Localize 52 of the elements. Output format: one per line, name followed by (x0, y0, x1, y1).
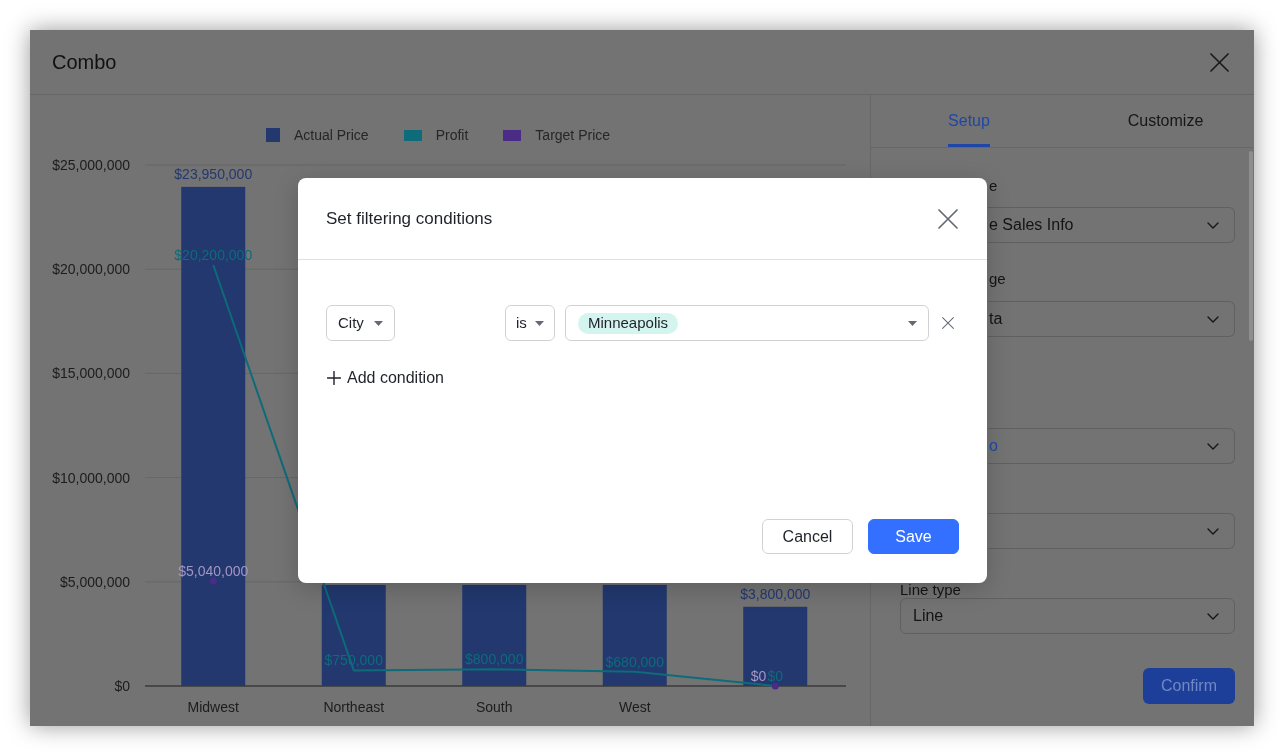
y-axis-label: $15,000,000 (52, 365, 130, 382)
y-axis-label: $5,000,000 (59, 573, 130, 590)
chart-point (771, 682, 779, 690)
close-icon (1210, 52, 1229, 72)
legend-label: Target Price (535, 125, 611, 145)
y-axis-label: $25,000,000 (52, 157, 130, 173)
caret-down-icon (373, 320, 383, 326)
remove-condition-button[interactable] (942, 317, 954, 329)
legend-label: Profit (435, 125, 469, 145)
close-button[interactable] (1210, 52, 1229, 72)
legend-label: Actual Price (293, 125, 369, 145)
operator-select[interactable]: is (505, 305, 555, 341)
y-axis-label: $0 (114, 678, 130, 694)
data-label: $23,950,000 (174, 165, 253, 182)
field-label: Line type (900, 582, 962, 597)
x-axis-label: Midwest (187, 699, 239, 715)
x-axis-label: West (618, 699, 651, 715)
data-label: $0 (750, 668, 767, 684)
plus-icon (327, 371, 341, 385)
chevron-down-icon (1207, 612, 1219, 620)
y-axis-label: $20,000,000 (52, 261, 130, 278)
field-select[interactable]: City (326, 305, 395, 341)
window-title: Combo (52, 50, 117, 75)
select-field[interactable]: Line (900, 598, 1235, 634)
chevron-down-icon (1207, 315, 1219, 323)
caret-down-icon (535, 320, 544, 326)
value-select[interactable]: Minneapolis (565, 305, 929, 341)
close-button[interactable] (938, 208, 958, 229)
select-field[interactable]: ta (988, 301, 1235, 337)
dialog-title: Set filtering conditions (326, 207, 493, 230)
scrollbar-thumb[interactable] (1249, 151, 1253, 341)
x-axis-label: South (475, 699, 513, 715)
field-label: ge (988, 271, 1007, 286)
remove-icon (942, 317, 954, 329)
x-axis-label: Northeast (323, 699, 385, 715)
select-field[interactable] (988, 513, 1235, 549)
tab[interactable]: Customize (1067, 95, 1254, 147)
field-label: e (988, 178, 999, 193)
value-tag: Minneapolis (578, 312, 679, 334)
chart-point (209, 577, 217, 585)
chevron-down-icon (1207, 442, 1219, 450)
confirm-button[interactable]: Confirm (1143, 668, 1235, 704)
chevron-down-icon (1207, 221, 1219, 229)
save-button[interactable]: Save (868, 519, 959, 554)
cancel-button[interactable]: Cancel (762, 519, 853, 554)
data-label: $3,800,000 (740, 585, 811, 602)
add-condition-button[interactable]: Add condition (326, 366, 444, 390)
caret-down-icon (908, 320, 917, 326)
y-axis-label: $10,000,000 (52, 469, 130, 486)
chevron-down-icon (1207, 527, 1219, 535)
select-field[interactable]: e Sales Info (988, 207, 1235, 243)
close-icon (938, 208, 958, 229)
